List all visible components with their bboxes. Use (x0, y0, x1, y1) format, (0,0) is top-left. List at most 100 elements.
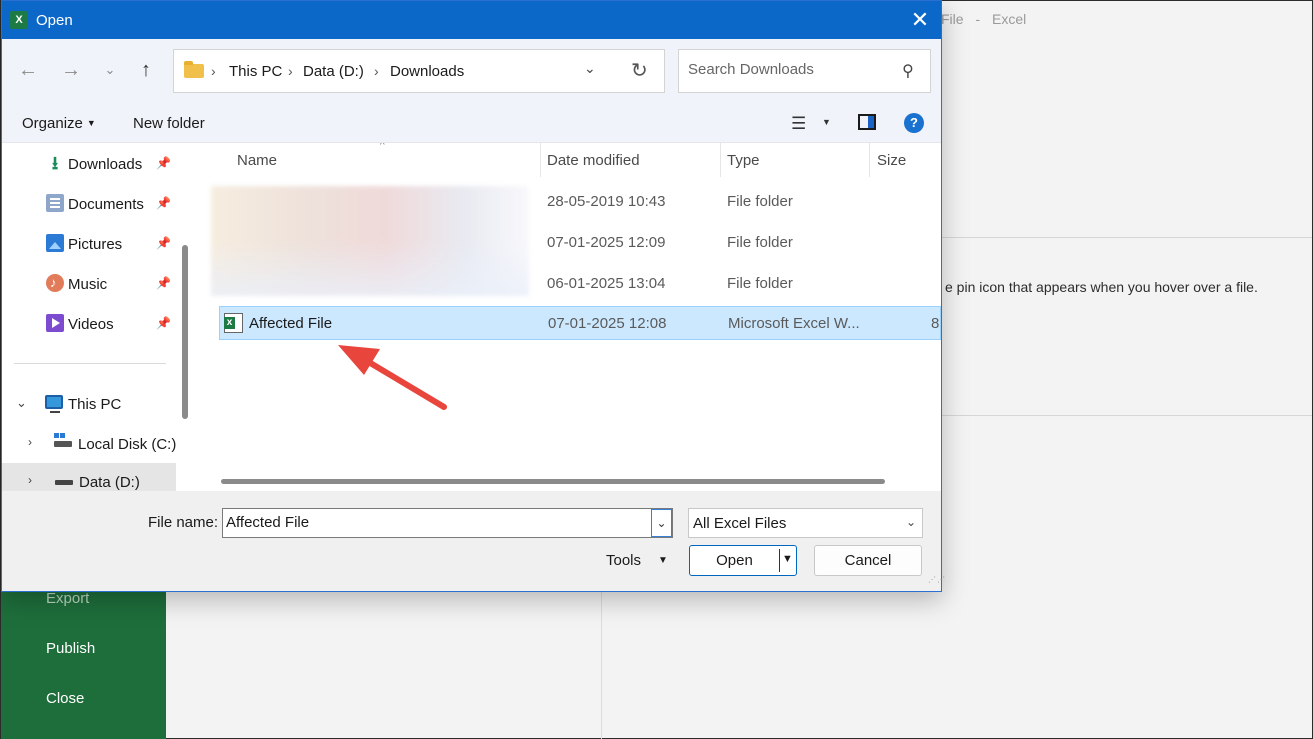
column-header-type[interactable]: Type (727, 143, 760, 177)
nav-item-this-pc[interactable]: ⌄ This PC (2, 385, 176, 421)
file-type: Microsoft Excel W... (728, 315, 860, 332)
file-name-input[interactable] (226, 514, 646, 531)
nav-item-label: This PC (68, 396, 122, 413)
cancel-button[interactable]: Cancel (814, 545, 922, 576)
navigation-pane: ⭳ Downloads 📌 Documents 📌 Pictures 📌 Mus… (2, 143, 191, 491)
breadcrumb-downloads[interactable]: Downloads (390, 63, 464, 80)
nav-item-local-disk-c[interactable]: › Local Disk (C:) (2, 425, 176, 461)
caret-down-icon: ▼ (86, 118, 96, 128)
nav-item-data-d[interactable]: › Data (D:) (2, 463, 176, 491)
nav-item-downloads[interactable]: ⭳ Downloads 📌 (2, 145, 176, 181)
file-type: File folder (727, 193, 793, 210)
open-dialog: X Open ✕ ← → ⌄ ↑ › This PC › Data (D:) ›… (1, 0, 945, 592)
command-toolbar: Organize ▼ New folder ☰ ▼ ? (2, 103, 941, 143)
recent-locations-chevron-icon[interactable]: ⌄ (97, 57, 123, 83)
up-arrow-icon[interactable]: ↑ (133, 57, 159, 83)
nav-item-label: Pictures (68, 236, 123, 253)
file-date: 07-01-2025 12:09 (547, 234, 666, 251)
back-arrow-icon[interactable]: ← (15, 57, 41, 83)
nav-scrollbar[interactable] (182, 245, 188, 419)
sidebar-item-publish[interactable]: Publish (46, 640, 95, 657)
pin-icon[interactable]: 📌 (156, 276, 171, 290)
address-bar[interactable]: › This PC › Data (D:) › Downloads ⌄ ↻ (173, 49, 665, 93)
view-caret-down-icon[interactable]: ▼ (822, 117, 831, 127)
file-row[interactable]: 06-01-2025 13:04 File folder (199, 266, 941, 300)
nav-item-music[interactable]: Music 📌 (2, 265, 176, 301)
file-size: 8 (931, 315, 940, 332)
dialog-title: Open (36, 12, 73, 29)
organize-menu[interactable]: Organize ▼ (22, 115, 96, 132)
forward-arrow-icon[interactable]: → (58, 57, 84, 83)
file-date: 28-05-2019 10:43 (547, 193, 666, 210)
divider (601, 591, 602, 739)
pin-icon[interactable]: 📌 (156, 236, 171, 250)
pin-icon[interactable]: 📌 (156, 196, 171, 210)
tools-caret-down-icon[interactable]: ▼ (658, 555, 668, 566)
nav-item-documents[interactable]: Documents 📌 (2, 185, 176, 221)
nav-item-pictures[interactable]: Pictures 📌 (2, 225, 176, 261)
nav-divider (14, 363, 166, 364)
excel-icon: X (10, 11, 28, 29)
view-list-icon[interactable]: ☰ (791, 114, 806, 134)
file-name-dropdown-icon[interactable]: ⌄ (651, 509, 672, 537)
search-box[interactable]: ⚲ (678, 49, 931, 93)
pin-icon[interactable]: 📌 (156, 156, 171, 170)
title-separator: - (975, 11, 981, 27)
column-header-name[interactable]: Name (237, 143, 277, 177)
file-row[interactable]: 28-05-2019 10:43 File folder (199, 184, 941, 218)
pin-icon[interactable]: 📌 (156, 316, 171, 330)
search-input[interactable] (688, 61, 888, 78)
sidebar-item-export[interactable]: Export (46, 590, 89, 607)
sort-ascending-icon: ^ (380, 143, 385, 151)
search-icon[interactable]: ⚲ (902, 61, 914, 81)
resize-grip-icon[interactable]: ⋰⋰ (928, 576, 945, 588)
chevron-right-icon[interactable]: › (374, 63, 379, 79)
horizontal-scrollbar[interactable] (221, 479, 885, 484)
address-dropdown-chevron-icon[interactable]: ⌄ (584, 60, 596, 77)
breadcrumb-data-d[interactable]: Data (D:) (303, 63, 364, 80)
open-button[interactable]: Open ▼ (689, 545, 797, 576)
file-type: File folder (727, 275, 793, 292)
column-header-size[interactable]: Size (877, 143, 906, 177)
file-row-selected[interactable]: Affected File 07-01-2025 12:08 Microsoft… (219, 306, 941, 340)
open-options-caret-icon[interactable]: ▼ (782, 553, 793, 565)
file-list: ^ Name Date modified Type Size 28-05-201… (199, 143, 941, 488)
file-date: 06-01-2025 13:04 (547, 275, 666, 292)
folder-icon (184, 61, 204, 78)
column-separator[interactable] (720, 143, 721, 177)
column-separator[interactable] (869, 143, 870, 177)
preview-pane-icon[interactable] (858, 114, 876, 130)
help-icon[interactable]: ? (904, 113, 924, 133)
chevron-right-icon[interactable]: › (28, 435, 32, 449)
documents-icon (46, 194, 64, 212)
computer-icon (45, 395, 63, 413)
nav-item-videos[interactable]: Videos 📌 (2, 305, 176, 341)
sidebar-item-close[interactable]: Close (46, 690, 84, 707)
file-name-combobox[interactable]: ⌄ (222, 508, 673, 538)
nav-item-label: Documents (68, 196, 144, 213)
chevron-right-icon[interactable]: › (28, 473, 32, 487)
file-row[interactable]: 07-01-2025 12:09 File folder (199, 225, 941, 259)
nav-item-label: Videos (68, 316, 114, 333)
drive-icon (55, 480, 73, 485)
chevron-right-icon[interactable]: › (211, 63, 216, 79)
open-button-label[interactable]: Open (690, 546, 779, 575)
new-folder-button[interactable]: New folder (133, 115, 205, 132)
file-type-filter[interactable]: All Excel Files ⌄ (688, 508, 923, 538)
chevron-right-icon[interactable]: › (288, 63, 293, 79)
refresh-icon[interactable]: ↻ (631, 58, 648, 83)
pictures-icon (46, 234, 64, 252)
chevron-down-icon[interactable]: ⌄ (16, 395, 27, 411)
column-separator[interactable] (540, 143, 541, 177)
breadcrumb-this-pc[interactable]: This PC (229, 63, 282, 80)
dialog-titlebar[interactable]: X Open ✕ (2, 1, 941, 39)
tools-menu[interactable]: Tools (606, 552, 641, 569)
organize-label: Organize (22, 115, 83, 132)
nav-item-label: Data (D:) (79, 474, 140, 491)
column-header-date-modified[interactable]: Date modified (547, 143, 640, 177)
nav-item-label: Downloads (68, 156, 143, 173)
title-excel: Excel (992, 11, 1027, 27)
file-type: File folder (727, 234, 793, 251)
nav-item-label: Music (68, 276, 108, 293)
close-button[interactable]: ✕ (905, 5, 935, 35)
